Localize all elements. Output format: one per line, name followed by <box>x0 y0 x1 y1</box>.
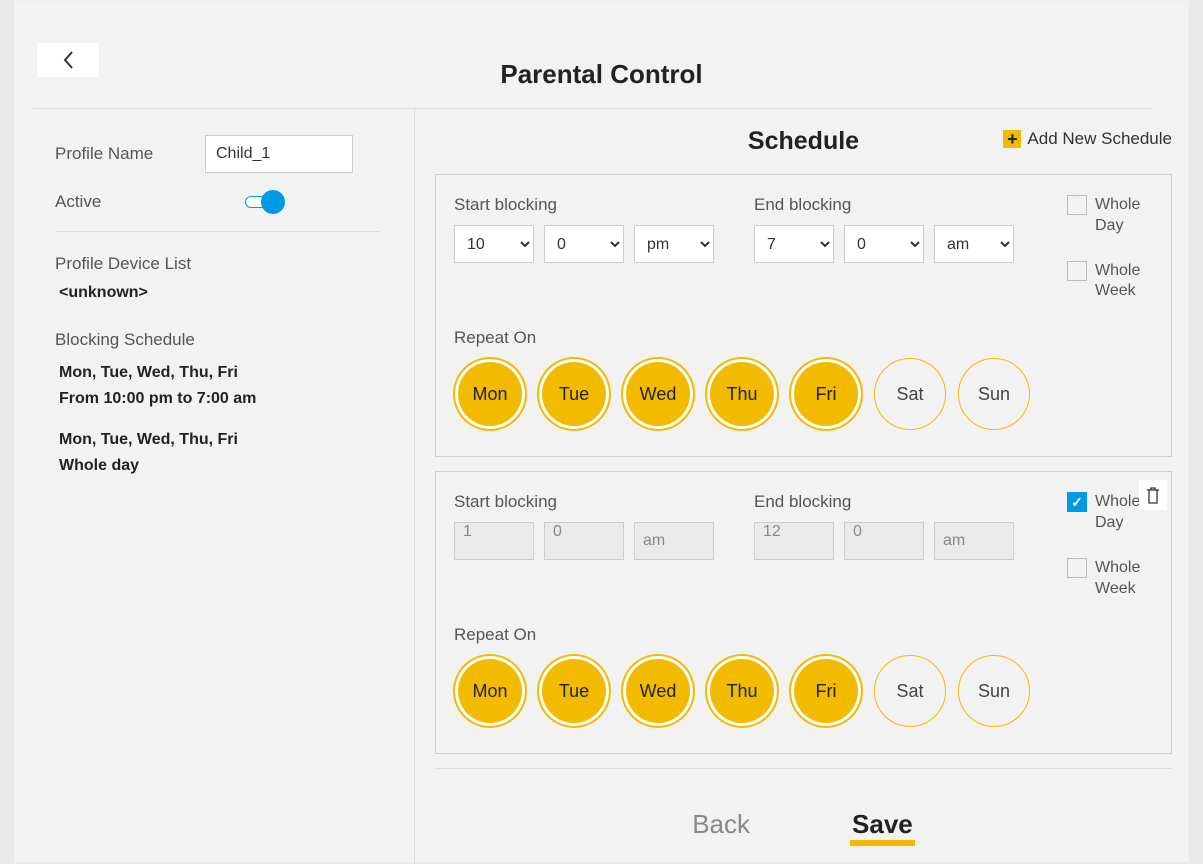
profile-name-input[interactable] <box>205 135 353 173</box>
end-min-select[interactable]: 0 <box>844 225 924 263</box>
day-mon[interactable]: Mon <box>454 358 526 430</box>
start-ampm-select[interactable]: pm <box>634 225 714 263</box>
day-tue[interactable]: Tue <box>538 358 610 430</box>
profile-name-row: Profile Name <box>55 135 380 173</box>
schedule-cards: Start blocking100pmEnd blocking70amWhole… <box>435 174 1172 754</box>
end-blocking-label: End blocking <box>754 492 1044 512</box>
whole-day-checkbox[interactable] <box>1067 492 1087 512</box>
schedule-summary-time: Whole day <box>59 453 380 479</box>
end-ampm-select[interactable]: am <box>934 225 1014 263</box>
page: Parental Control Profile Name Active Pro… <box>14 0 1189 863</box>
schedule-card: Start blocking10amEnd blocking120amWhole… <box>435 471 1172 754</box>
add-schedule-button[interactable]: + Add New Schedule <box>1003 129 1172 149</box>
day-sat[interactable]: Sat <box>874 655 946 727</box>
delete-schedule-button[interactable] <box>1139 480 1167 510</box>
day-sun[interactable]: Sun <box>958 655 1030 727</box>
add-schedule-label: Add New Schedule <box>1027 129 1172 149</box>
whole-week-checkbox[interactable] <box>1067 558 1087 578</box>
save-button[interactable]: Save <box>850 809 915 846</box>
end-blocking-label: End blocking <box>754 195 1044 215</box>
end-min-disabled: 0 <box>844 522 924 560</box>
day-thu[interactable]: Thu <box>706 655 778 727</box>
start-ampm-disabled: am <box>634 522 714 560</box>
left-panel: Profile Name Active Profile Device List … <box>15 109 415 864</box>
chevron-left-icon <box>61 50 75 70</box>
whole-day-label: Whole Day <box>1095 195 1149 237</box>
whole-week-checkbox[interactable] <box>1067 261 1087 281</box>
start-min-select[interactable]: 0 <box>544 225 624 263</box>
back-arrow-button[interactable] <box>37 43 99 77</box>
schedule-summary-time: From 10:00 pm to 7:00 am <box>59 386 380 412</box>
day-thu[interactable]: Thu <box>706 358 778 430</box>
trash-icon <box>1145 485 1161 505</box>
blocking-schedule-label: Blocking Schedule <box>55 330 380 350</box>
start-blocking-label: Start blocking <box>454 195 744 215</box>
repeat-on-label: Repeat On <box>454 625 1153 645</box>
schedule-summary-days: Mon, Tue, Wed, Thu, Fri <box>59 360 380 386</box>
day-wed[interactable]: Wed <box>622 358 694 430</box>
day-fri[interactable]: Fri <box>790 358 862 430</box>
day-sat[interactable]: Sat <box>874 358 946 430</box>
day-sun[interactable]: Sun <box>958 358 1030 430</box>
left-divider <box>55 231 380 232</box>
footer: Back Save <box>435 768 1172 846</box>
right-panel: Schedule + Add New Schedule Start blocki… <box>415 109 1188 864</box>
schedule-card: Start blocking100pmEnd blocking70amWhole… <box>435 174 1172 457</box>
active-label: Active <box>55 192 205 212</box>
end-hour-disabled: 12 <box>754 522 834 560</box>
blocking-schedule-list: Mon, Tue, Wed, Thu, FriFrom 10:00 pm to … <box>55 360 380 478</box>
device-list-label: Profile Device List <box>55 254 380 274</box>
start-hour-select[interactable]: 10 <box>454 225 534 263</box>
whole-week-label: Whole Week <box>1095 558 1149 600</box>
day-tue[interactable]: Tue <box>538 655 610 727</box>
back-button[interactable]: Back <box>692 809 750 846</box>
device-list-value: <unknown> <box>59 284 380 302</box>
plus-icon: + <box>1003 130 1021 148</box>
whole-day-checkbox[interactable] <box>1067 195 1087 215</box>
repeat-on-label: Repeat On <box>454 328 1153 348</box>
end-hour-select[interactable]: 7 <box>754 225 834 263</box>
active-row: Active <box>55 191 380 213</box>
page-title: Parental Control <box>15 1 1188 90</box>
end-ampm-disabled: am <box>934 522 1014 560</box>
active-toggle[interactable] <box>245 191 285 213</box>
start-hour-disabled: 1 <box>454 522 534 560</box>
start-blocking-label: Start blocking <box>454 492 744 512</box>
profile-name-label: Profile Name <box>55 144 205 164</box>
schedule-title: Schedule <box>748 127 859 156</box>
schedule-header: Schedule + Add New Schedule <box>435 127 1172 156</box>
whole-week-label: Whole Week <box>1095 261 1149 303</box>
day-wed[interactable]: Wed <box>622 655 694 727</box>
day-mon[interactable]: Mon <box>454 655 526 727</box>
start-min-disabled: 0 <box>544 522 624 560</box>
day-fri[interactable]: Fri <box>790 655 862 727</box>
schedule-summary-days: Mon, Tue, Wed, Thu, Fri <box>59 427 380 453</box>
main-layout: Profile Name Active Profile Device List … <box>15 109 1188 864</box>
